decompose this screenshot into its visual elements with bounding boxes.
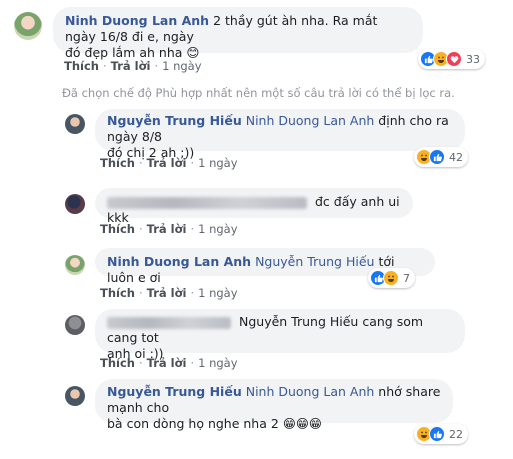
mention-link[interactable]: Ninh Duong Lan Anh — [246, 384, 375, 399]
comment-text: bà con dòng họ nghe nha 2 — [107, 416, 279, 431]
comment-author[interactable]: Ninh Duong Lan Anh — [65, 13, 209, 28]
reaction-count: 42 — [449, 150, 463, 164]
like-link[interactable]: Thích — [100, 222, 135, 236]
reply-link[interactable]: Trả lời — [111, 59, 151, 73]
comment-author[interactable]: Nguyễn Trung Hiếu — [107, 113, 242, 128]
redacted-author-name — [107, 196, 307, 209]
timestamp[interactable]: 1 ngày — [198, 222, 237, 236]
redacted-author-name — [107, 316, 231, 329]
comment-bubble: Nguyễn Trung Hiếu Ninh Duong Lan Anh địn… — [95, 109, 465, 160]
mention-link[interactable]: Nguyễn Trung Hiếu — [255, 254, 374, 269]
like-link[interactable]: Thích — [100, 156, 135, 170]
like-link[interactable]: Thích — [64, 59, 99, 73]
timestamp[interactable]: 1 ngày — [198, 156, 237, 170]
comment-bubble: Nguyễn Trung Hiếu Ninh Duong Lan Anh nhớ… — [95, 379, 453, 431]
reply-link[interactable]: Trả lời — [147, 156, 187, 170]
haha-icon — [383, 270, 399, 286]
comment-actions: Thích · Trả lời · 1 ngày — [100, 286, 238, 300]
like-icon — [429, 149, 445, 165]
comment-text: đó đẹp lắm ah nha — [65, 45, 183, 60]
love-icon — [446, 51, 462, 67]
reaction-summary[interactable]: 22 — [414, 424, 468, 444]
reaction-count: 7 — [403, 271, 410, 285]
avatar[interactable] — [65, 194, 85, 214]
smile-emoji: 😊 — [186, 45, 200, 60]
reply-link[interactable]: Trả lời — [147, 286, 187, 300]
mention-link[interactable]: Ninh Duong Lan Anh — [246, 113, 375, 128]
timestamp[interactable]: 1 ngày — [198, 356, 237, 370]
comment-actions: Thích · Trả lời · 1 ngày — [100, 222, 238, 236]
avatar[interactable] — [65, 315, 85, 335]
comment-actions: Thích · Trả lời · 1 ngày — [100, 156, 238, 170]
reaction-summary[interactable]: 42 — [414, 147, 468, 167]
reaction-summary[interactable]: 7 — [368, 268, 415, 288]
avatar[interactable] — [65, 386, 85, 406]
reply-link[interactable]: Trả lời — [147, 222, 187, 236]
grin-emoji: 😁😁😁 — [282, 416, 322, 431]
filter-notice: Đã chọn chế độ Phù hợp nhất nên một số c… — [62, 86, 455, 100]
like-icon — [429, 426, 445, 442]
reaction-summary[interactable]: 33 — [418, 49, 485, 69]
mention-link[interactable]: Nguyễn Trung Hiếu — [239, 314, 358, 329]
reply-link[interactable]: Trả lời — [147, 356, 187, 370]
avatar[interactable] — [14, 12, 42, 40]
comment-bubble: Ninh Duong Lan Anh 2 thầy gút àh nha. Ra… — [53, 7, 423, 60]
comment-actions: Thích · Trả lời · 1 ngày — [64, 59, 202, 73]
like-link[interactable]: Thích — [100, 286, 135, 300]
avatar[interactable] — [65, 255, 85, 275]
comment-author[interactable]: Ninh Duong Lan Anh — [107, 254, 251, 269]
timestamp[interactable]: 1 ngày — [198, 286, 237, 300]
comment-actions: Thích · Trả lời · 1 ngày — [100, 356, 238, 370]
reaction-count: 33 — [466, 52, 480, 66]
comment-bubble: Nguyễn Trung Hiếu cang som cang tot anh … — [95, 309, 465, 361]
reaction-count: 22 — [449, 427, 463, 441]
timestamp[interactable]: 1 ngày — [162, 59, 201, 73]
like-link[interactable]: Thích — [100, 356, 135, 370]
comment-author[interactable]: Nguyễn Trung Hiếu — [107, 384, 242, 399]
comment-bubble: đc đấy anh ui kkk — [95, 188, 413, 225]
avatar[interactable] — [65, 114, 85, 134]
